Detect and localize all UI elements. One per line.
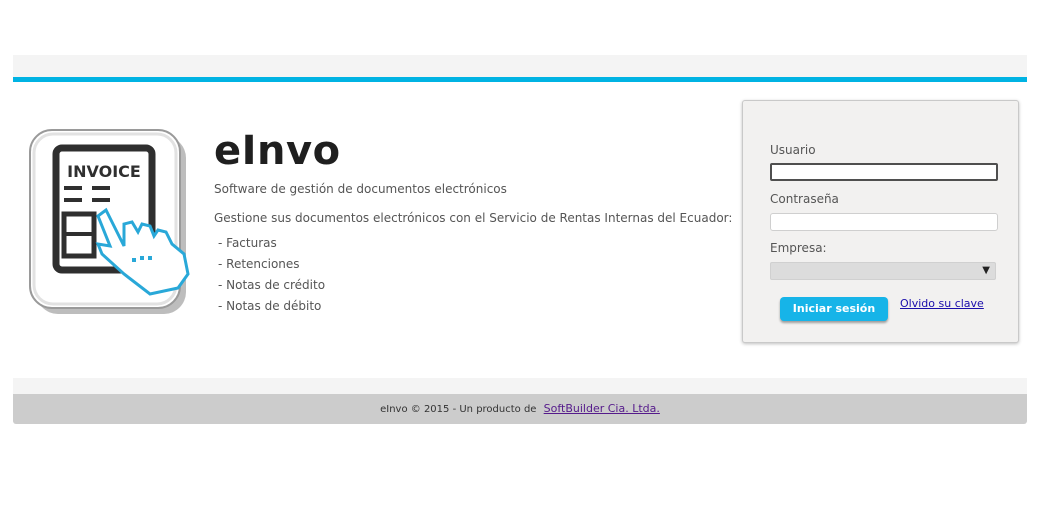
feature-list: - Facturas - Retenciones - Notas de créd… [218,235,325,319]
feature-item: - Notas de débito [218,299,322,313]
feature-item: - Facturas [218,236,277,250]
logo-invoice-text: INVOICE [67,162,141,181]
header-accent-bar [13,77,1027,82]
password-label: Contraseña [770,192,839,206]
login-button[interactable]: Iniciar sesión [780,297,888,321]
invoice-hand-icon: INVOICE [28,128,200,320]
footer-company-link[interactable]: SoftBuilder Cia. Ltda. [544,402,660,415]
login-page: INVOICE eInvo Software de gestión de doc… [0,0,1039,506]
feature-item: - Retenciones [218,257,300,271]
company-select[interactable]: ▼ [770,262,996,280]
footer-text: eInvo © 2015 - Un producto de [380,404,537,415]
footer: eInvo © 2015 - Un producto de SoftBuilde… [13,394,1027,424]
brand-tagline: Software de gestión de documentos electr… [214,182,507,196]
brand-title: eInvo [214,128,341,174]
company-label: Empresa: [770,241,827,255]
header-band [13,55,1027,77]
password-input[interactable] [770,213,998,231]
login-panel: Usuario Contraseña Empresa: ▼ Iniciar se… [742,100,1019,343]
feature-item: - Notas de crédito [218,278,326,292]
brand-intro: Gestione sus documentos electrónicos con… [214,211,733,225]
chevron-down-icon: ▼ [982,265,990,276]
username-input[interactable] [770,163,998,181]
forgot-password-link[interactable]: Olvido su clave [900,297,984,311]
footer-band [13,378,1027,394]
username-label: Usuario [770,143,816,157]
